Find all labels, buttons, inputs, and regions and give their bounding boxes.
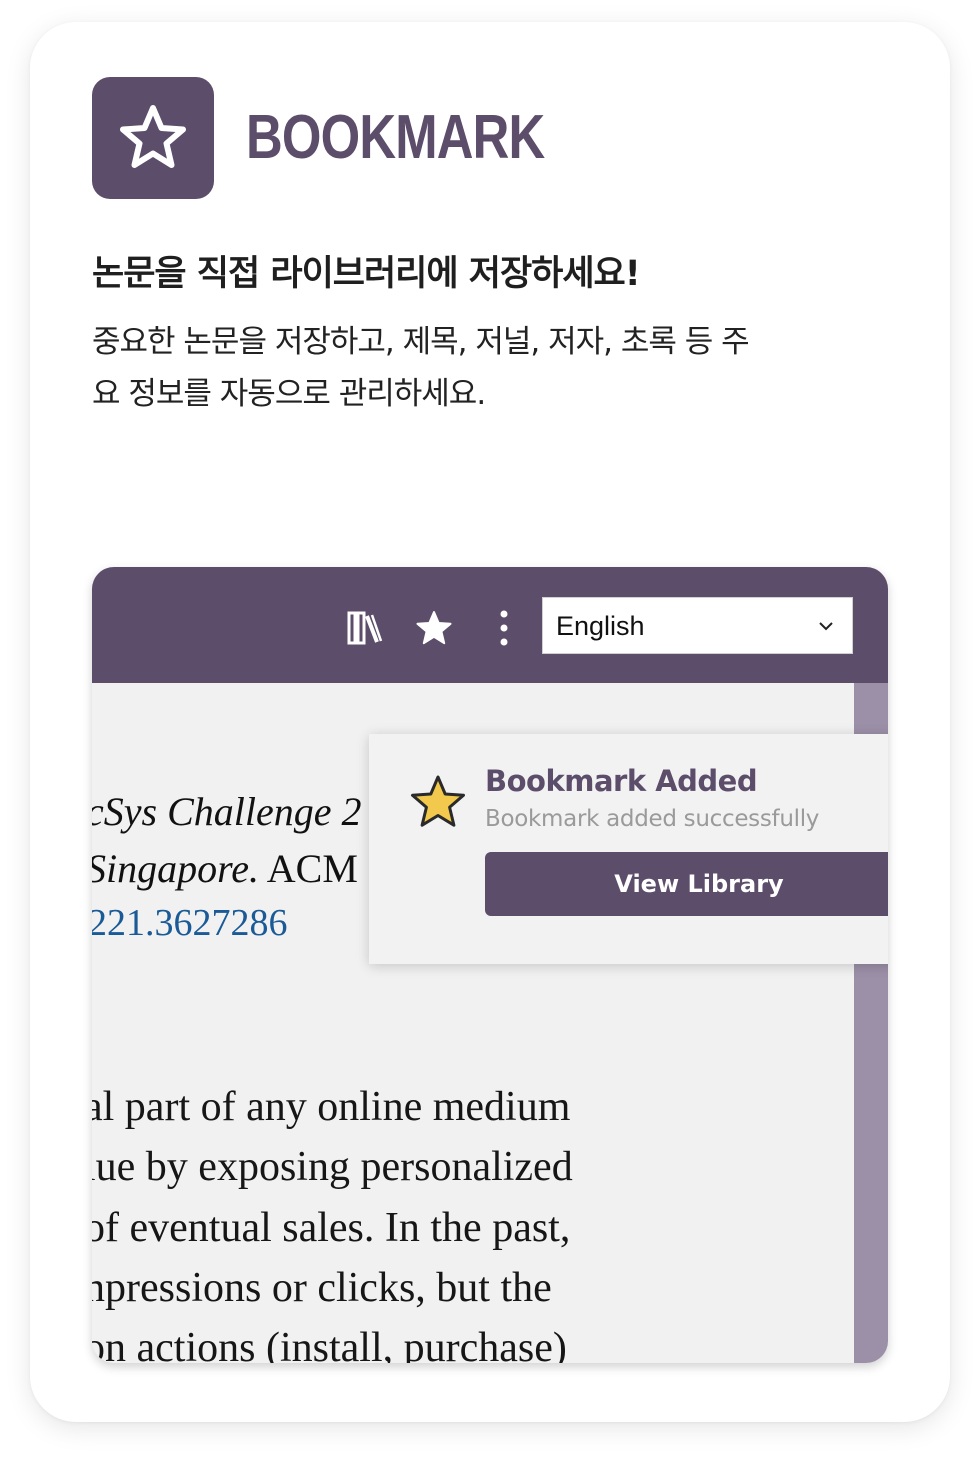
- paper-text-line: al part of any online medium: [92, 1084, 571, 1130]
- language-select-value: English: [556, 611, 645, 641]
- star-outline-icon: [120, 105, 186, 168]
- description-line: 요 정보를 자동으로 관리하세요.: [92, 376, 486, 412]
- library-icon[interactable]: [345, 608, 385, 648]
- reference-publisher: ACM: [258, 846, 358, 891]
- language-select[interactable]: English: [542, 597, 853, 654]
- description-line: 중요한 논문을 저장하고, 제목, 저널, 저자, 초록 등 주: [92, 324, 750, 360]
- page-title: BOOKMARK: [246, 103, 545, 172]
- paper-text-line: on actions (install, purchase): [92, 1325, 567, 1363]
- feature-description: 중요한 논문을 저장하고, 제목, 저널, 저자, 초록 등 주 요 정보를 자…: [92, 316, 892, 420]
- more-vertical-icon[interactable]: [484, 608, 524, 648]
- reference-line: Singapore. ACM: [92, 845, 358, 892]
- paper-text-line: of eventual sales. In the past,: [92, 1205, 571, 1251]
- reference-line: cSys Challenge 2: [92, 789, 362, 834]
- view-library-button[interactable]: View Library: [485, 852, 888, 916]
- paper-text-line: lue by exposing personalized: [92, 1144, 573, 1190]
- reference-location: Singapore.: [92, 846, 259, 891]
- paper-text-line: npressions or clicks, but the: [92, 1265, 552, 1311]
- extension-screenshot: English cSys Challenge 2 Singapore. ACM …: [92, 567, 888, 1363]
- doi-link[interactable]: 221.3627286: [92, 901, 288, 945]
- chevron-down-icon: [819, 622, 833, 631]
- extension-toolbar: English: [92, 567, 888, 683]
- star-filled-icon: [411, 775, 465, 827]
- star-icon[interactable]: [414, 608, 454, 648]
- feature-subtitle: 논문을 직접 라이브러리에 저장하세요!: [92, 254, 641, 294]
- bookmark-feature-icon-box: [92, 77, 214, 199]
- popup-message: Bookmark added successfully: [485, 806, 820, 832]
- popup-title: Bookmark Added: [485, 764, 758, 798]
- bookmark-added-popup: Bookmark Added Bookmark added successful…: [369, 734, 888, 964]
